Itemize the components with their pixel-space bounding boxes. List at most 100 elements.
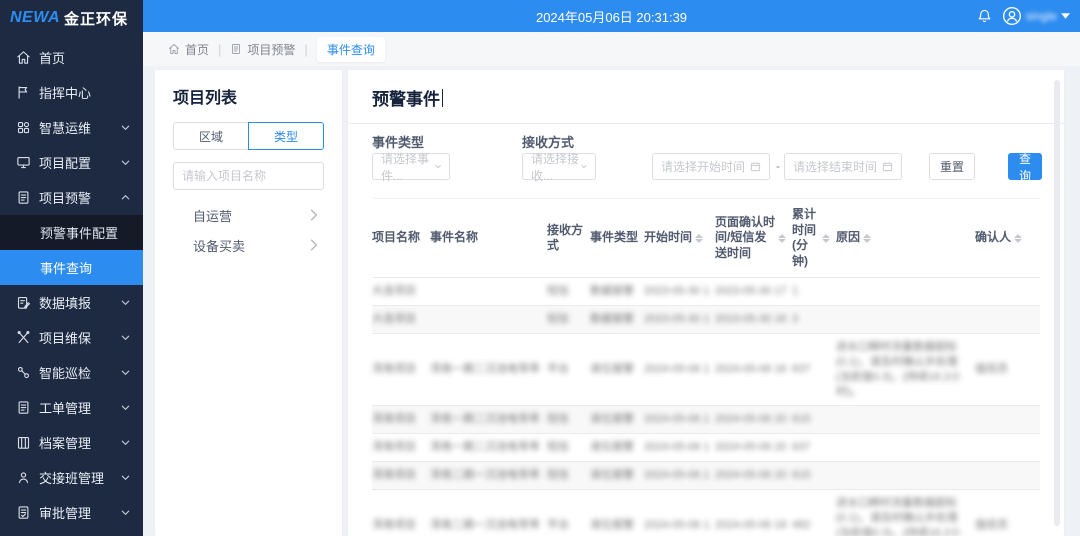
- user-menu[interactable]: single: [1002, 6, 1070, 26]
- sidebar-item-label: 工单管理: [39, 398, 120, 417]
- cell-reason: [836, 278, 975, 306]
- cell-type: 液位报警: [590, 334, 644, 406]
- sidebar-item-file-edit-5[interactable]: 数据填报: [0, 285, 143, 320]
- column-label: 页面确认时间/短信发送时间: [715, 215, 775, 262]
- cell-minutes: 637: [792, 434, 836, 462]
- cell-type: 液位报警: [590, 434, 644, 462]
- cell-reason: [836, 462, 975, 490]
- app-logo: NEWA 金正环保: [0, 0, 143, 36]
- cell-event: 浑南一期二沉池电导率: [430, 334, 547, 406]
- breadcrumb-item-1[interactable]: 项目预警: [230, 41, 295, 58]
- breadcrumb-separator: |: [218, 42, 221, 57]
- cell-start: 2024-05-06 10:13: [644, 406, 715, 434]
- sidebar-item-file-4[interactable]: 项目预警: [0, 180, 143, 215]
- sidebar-item-flag-1[interactable]: 指挥中心: [0, 75, 143, 110]
- cell-project: 浑南项目: [372, 334, 430, 406]
- sidebar-subitem-active[interactable]: 事件查询: [0, 250, 143, 285]
- sidebar-item-archive-9[interactable]: 档案管理: [0, 425, 143, 460]
- chevron-down-icon: [581, 164, 587, 169]
- cell-confirmer: [975, 462, 1040, 490]
- vertical-scrollbar[interactable]: [1054, 80, 1060, 526]
- column-label: 原因: [836, 230, 860, 246]
- cell-type: 液位报警: [590, 489, 644, 536]
- event-type-select[interactable]: 请选择事件...: [372, 153, 450, 180]
- cell-project: 大连项目: [372, 306, 430, 334]
- bell-icon[interactable]: [977, 8, 992, 24]
- cell-type: 数据报警: [590, 278, 644, 306]
- home-icon: [168, 43, 180, 55]
- receive-method-select[interactable]: 请选择接收...: [522, 153, 596, 180]
- cell-start: 2023-05-30 11:20: [644, 278, 715, 306]
- table-row-3: 浑南项目浑南一期二沉池电导率短信液位报警2024-05-06 10:132024…: [372, 406, 1040, 434]
- cell-reason: [836, 434, 975, 462]
- sidebar-item-label: 审批管理: [39, 503, 120, 522]
- project-list-title: 项目列表: [173, 84, 324, 108]
- tab-region[interactable]: 区域: [173, 122, 248, 150]
- sidebar-item-file-check-11[interactable]: 审批管理: [0, 495, 143, 530]
- tree-item-0[interactable]: 自运营: [173, 200, 324, 230]
- events-table: 项目名称事件名称接收方式事件类型开始时间页面确认时间/短信发送时间累计时间(分钟…: [372, 198, 1040, 536]
- user-avatar-icon: [1002, 6, 1022, 26]
- project-list-panel: 项目列表 区域 类型 自运营设备买卖: [155, 70, 342, 536]
- table-row-5: 浑南项目浑南二期一沉池电导率短信液位报警2024-05-06 10:132024…: [372, 462, 1040, 490]
- cell-project: 大连项目: [372, 278, 430, 306]
- sidebar-item-grid-2[interactable]: 智慧运维: [0, 110, 143, 145]
- cell-confirm: 2023-05-30 17:20: [715, 278, 792, 306]
- project-tree: 自运营设备买卖: [173, 200, 324, 260]
- reset-button[interactable]: 重置: [929, 153, 975, 180]
- breadcrumb-item-2[interactable]: 事件查询: [317, 37, 385, 62]
- column-label: 项目名称: [372, 230, 420, 246]
- sidebar-item-file-8[interactable]: 工单管理: [0, 390, 143, 425]
- column-header-7[interactable]: 原因: [836, 199, 975, 278]
- cell-event: 浑南二期一沉池电导率: [430, 462, 547, 490]
- sidebar-item-user-10[interactable]: 交接班管理: [0, 460, 143, 495]
- tab-type[interactable]: 类型: [248, 122, 324, 150]
- cell-confirm: 2024-05-06 18:13: [715, 489, 792, 536]
- sort-icon: [863, 234, 871, 243]
- cell-type: 数据报警: [590, 306, 644, 334]
- column-header-5[interactable]: 页面确认时间/短信发送时间: [715, 199, 792, 278]
- calendar-icon: [882, 161, 893, 172]
- sort-icon: [822, 234, 830, 243]
- start-time-input[interactable]: 请选择开始时间: [652, 153, 770, 180]
- breadcrumb: 首页|项目预警|事件查询: [143, 32, 1080, 66]
- warning-events-panel: 预警事件 事件类型 接收方式 请选择事件... 请选择接收... 请选择开始时间…: [348, 70, 1064, 536]
- receive-method-label: 接收方式: [522, 132, 574, 151]
- sidebar-item-tools-6[interactable]: 项目维保: [0, 320, 143, 355]
- cell-method: 短信: [547, 462, 590, 490]
- cell-minutes: 615: [792, 406, 836, 434]
- breadcrumb-item-0[interactable]: 首页: [168, 41, 209, 58]
- cell-project: 浑南项目: [372, 434, 430, 462]
- sidebar-item-patrol-7[interactable]: 智能巡检: [0, 355, 143, 390]
- tree-item-label: 自运营: [193, 206, 310, 225]
- project-search-input[interactable]: [173, 162, 324, 190]
- sidebar-item-monitor-3[interactable]: 项目配置: [0, 145, 143, 180]
- cell-start: 2024-05-06 10:13: [644, 462, 715, 490]
- chevron-up-icon: [120, 192, 131, 203]
- cell-minutes: 482: [792, 489, 836, 536]
- column-header-4[interactable]: 开始时间: [644, 199, 715, 278]
- cell-minutes: 3: [792, 306, 836, 334]
- breadcrumb-label: 项目预警: [247, 41, 295, 58]
- page-title-text: 预警事件: [372, 85, 440, 110]
- query-button[interactable]: 查询: [1008, 153, 1042, 180]
- sidebar-item-home-0[interactable]: 首页: [0, 40, 143, 75]
- caret-down-icon: [1061, 13, 1070, 19]
- column-header-6[interactable]: 累计时间(分钟): [792, 199, 836, 278]
- tree-item-1[interactable]: 设备买卖: [173, 230, 324, 260]
- cell-minutes: 1: [792, 278, 836, 306]
- cell-event: [430, 306, 547, 334]
- cell-method: 平台: [547, 334, 590, 406]
- column-header-8[interactable]: 确认人: [975, 199, 1040, 278]
- cell-confirm: 2024-05-06 16:20: [715, 334, 792, 406]
- table-row-4: 浑南项目浑南一期二沉池电导率短信液位报警2024-05-06 10:132024…: [372, 434, 1040, 462]
- grid-icon: [16, 120, 31, 135]
- text-cursor: [442, 89, 443, 107]
- logo-brand-text: NEWA: [10, 9, 60, 27]
- end-time-input[interactable]: 请选择结束时间: [784, 153, 902, 180]
- chevron-down-icon: [120, 507, 131, 518]
- sidebar-subitem-default[interactable]: 预警事件配置: [0, 215, 143, 250]
- sidebar-item-label: 智能巡检: [39, 363, 120, 382]
- cell-type: 液位报警: [590, 406, 644, 434]
- sidebar-item-label: 数据填报: [39, 293, 120, 312]
